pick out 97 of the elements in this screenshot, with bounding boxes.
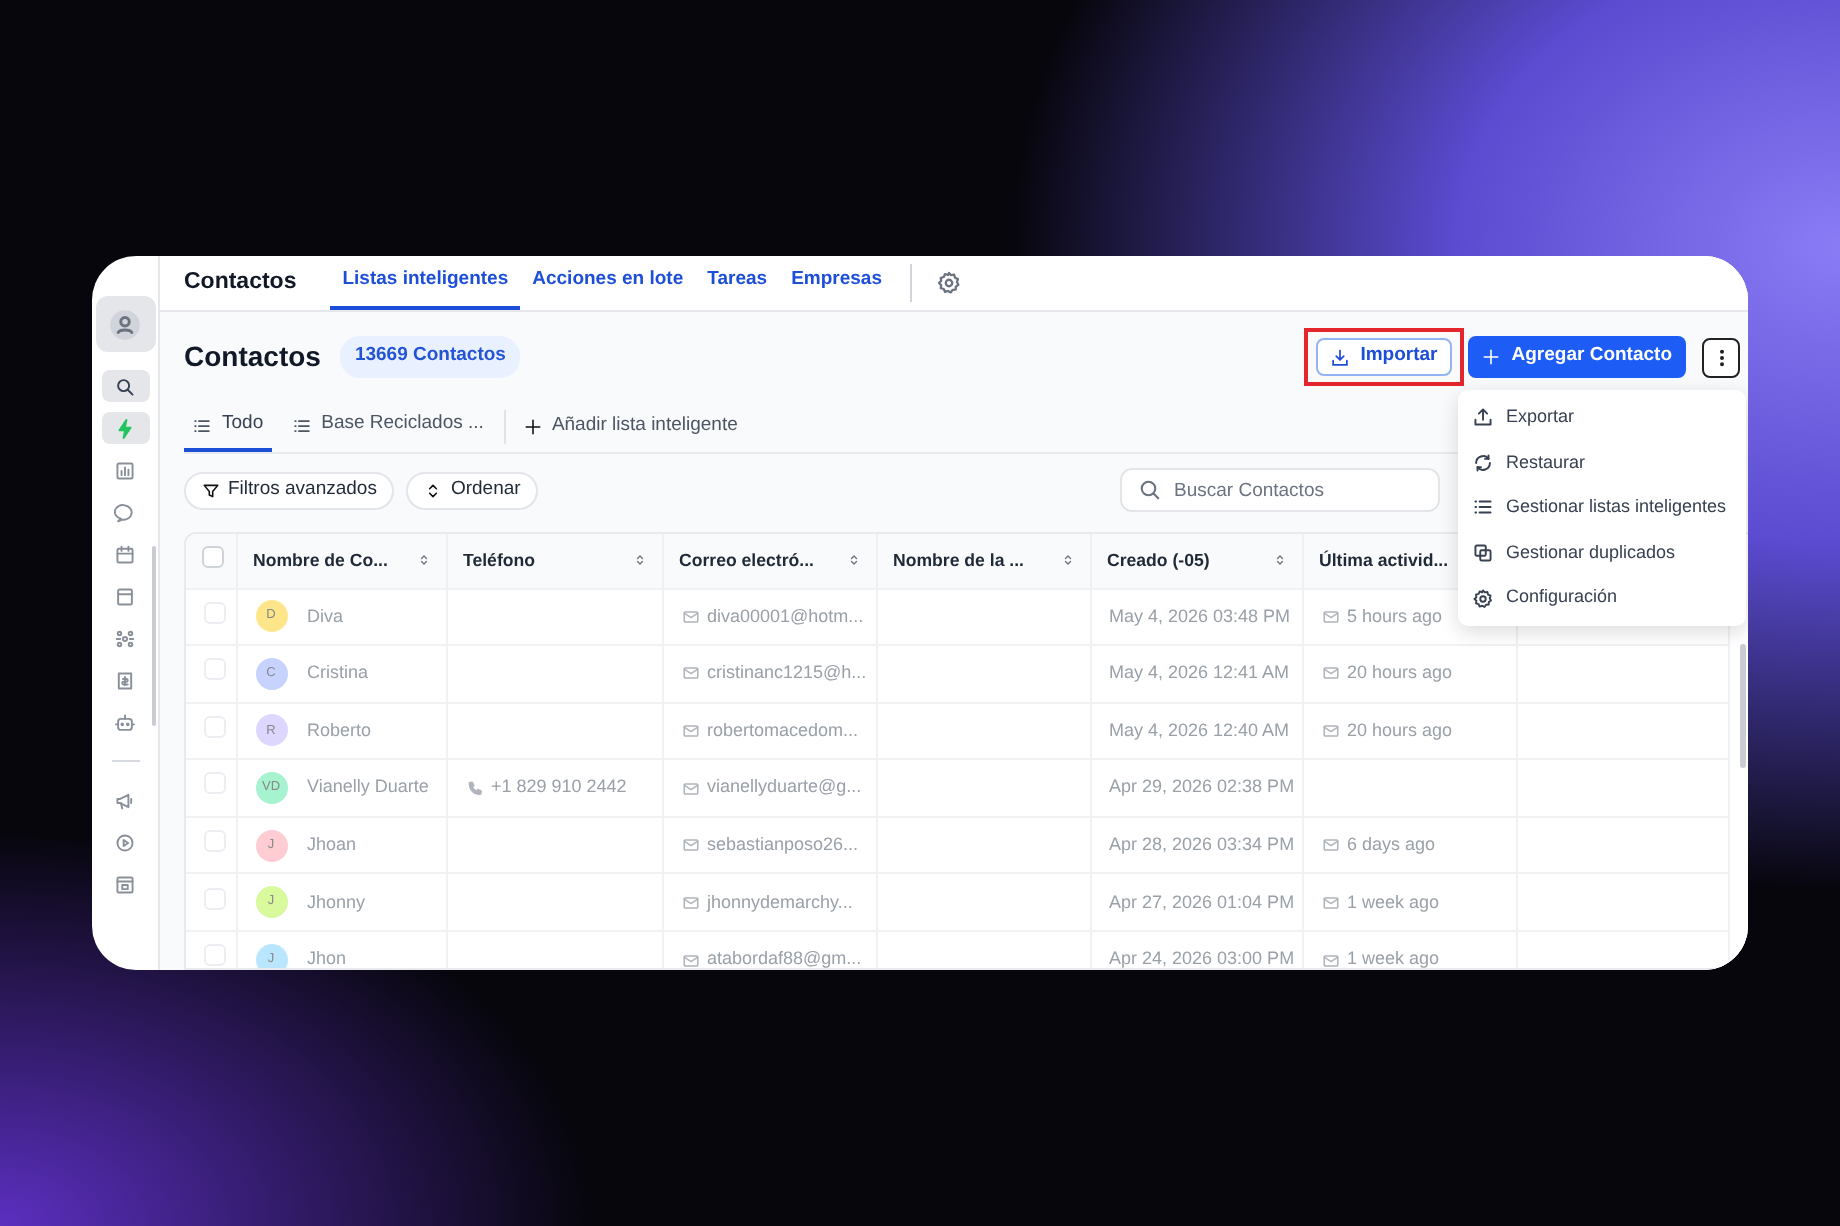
email-address: jhonnydemarchy... bbox=[707, 889, 853, 916]
mail-icon bbox=[1321, 951, 1339, 968]
import-button[interactable]: Importar bbox=[1316, 338, 1452, 376]
mail-icon bbox=[681, 607, 699, 626]
lightning-icon bbox=[114, 417, 136, 439]
created-date: Apr 27, 2026 01:04 PM bbox=[1109, 891, 1295, 912]
email-address: sebastianposo26... bbox=[707, 831, 859, 858]
email-address: cristinanc1215@h... bbox=[707, 660, 867, 687]
page-title: Contactos bbox=[184, 267, 297, 298]
last-activity: 5 hours ago bbox=[1347, 603, 1443, 630]
email-address: atabordaf88@gm... bbox=[707, 946, 862, 968]
invoice-icon bbox=[114, 669, 136, 691]
plus-icon bbox=[523, 418, 542, 436]
created-date: Apr 24, 2026 03:00 PM bbox=[1109, 948, 1295, 968]
email-address: robertomacedom... bbox=[707, 717, 859, 744]
select-all-checkbox[interactable] bbox=[202, 545, 224, 568]
mail-icon bbox=[681, 779, 699, 798]
nav-tab[interactable]: Empresas bbox=[779, 256, 894, 310]
email-address: vianellyduarte@g... bbox=[707, 774, 862, 801]
download-icon bbox=[1330, 347, 1351, 367]
list-icon bbox=[291, 415, 312, 435]
duplicate-icon bbox=[1472, 542, 1494, 565]
mail-icon bbox=[681, 951, 699, 968]
contact-name: Vianelly Duarte bbox=[307, 774, 429, 801]
nav-tab[interactable]: Acciones en lote bbox=[520, 256, 696, 310]
last-activity: 20 hours ago bbox=[1347, 717, 1453, 744]
more-button[interactable] bbox=[1702, 337, 1740, 377]
created-date: May 4, 2026 12:41 AM bbox=[1109, 662, 1290, 683]
email-address: diva00001@hotm... bbox=[707, 603, 864, 630]
mail-icon bbox=[1321, 664, 1339, 683]
menu-item[interactable]: Exportar bbox=[1458, 395, 1746, 441]
contact-name: Diva bbox=[307, 603, 344, 630]
sidebar-item[interactable] bbox=[95, 296, 155, 352]
notebook-icon bbox=[114, 585, 136, 607]
created-date: Apr 28, 2026 03:34 PM bbox=[1109, 833, 1295, 854]
last-activity: 20 hours ago bbox=[1347, 660, 1453, 687]
play-icon bbox=[114, 831, 136, 853]
mail-icon bbox=[681, 664, 699, 683]
filter-button[interactable]: Filtros avanzados bbox=[184, 471, 395, 509]
created-date: May 4, 2026 03:48 PM bbox=[1109, 605, 1291, 626]
search-field[interactable]: Buscar Contactos bbox=[1174, 472, 1422, 508]
mail-icon bbox=[1321, 607, 1339, 626]
nav-tab[interactable]: Listas inteligentes bbox=[330, 256, 521, 310]
menu-item[interactable]: Gestionar listas inteligentes bbox=[1458, 485, 1746, 531]
list-icon bbox=[192, 415, 212, 435]
phone-icon bbox=[465, 779, 483, 798]
export-icon bbox=[1472, 406, 1494, 429]
mail-icon bbox=[1321, 836, 1339, 855]
sort-icon bbox=[424, 481, 443, 499]
menu-item[interactable]: Restaurar bbox=[1458, 440, 1746, 486]
created-date: Apr 29, 2026 02:38 PM bbox=[1109, 776, 1295, 797]
contact-name: Roberto bbox=[307, 717, 372, 744]
contact-name: Jhoan bbox=[307, 831, 357, 858]
contact-name: Cristina bbox=[307, 660, 369, 687]
sort-button[interactable]: Ordenar bbox=[406, 471, 539, 509]
chat-icon bbox=[114, 501, 136, 523]
mail-icon bbox=[681, 836, 699, 855]
mail-icon bbox=[1321, 721, 1339, 740]
menu-item[interactable]: Configuración bbox=[1458, 575, 1746, 621]
person-icon bbox=[108, 307, 142, 341]
contact-name: Jhon bbox=[307, 946, 347, 968]
nodes-icon bbox=[114, 627, 136, 649]
filter-icon bbox=[202, 481, 220, 499]
contact-name: Jhonny bbox=[307, 889, 366, 916]
mail-icon bbox=[681, 721, 699, 740]
nav-tab[interactable]: Tareas bbox=[695, 256, 780, 310]
phone-number: +1 829 910 2442 bbox=[491, 774, 627, 801]
last-activity: 1 week ago bbox=[1347, 946, 1440, 968]
search-box[interactable]: Buscar Contactos bbox=[1120, 468, 1440, 512]
list-tab[interactable]: Base Reciclados ... bbox=[283, 402, 492, 452]
scrollbar[interactable] bbox=[1739, 644, 1746, 768]
list-icon bbox=[1472, 496, 1494, 519]
count-badge: 13669 Contactos bbox=[340, 336, 520, 378]
refresh-icon bbox=[1472, 451, 1494, 474]
add-contact-button[interactable]: Agregar Contacto bbox=[1467, 336, 1686, 378]
search-icon bbox=[114, 375, 136, 397]
mail-icon bbox=[1321, 893, 1339, 912]
mail-icon bbox=[681, 893, 699, 912]
window-icon bbox=[114, 873, 136, 895]
settings-icon[interactable] bbox=[935, 270, 962, 296]
section-title: Contactos bbox=[184, 338, 321, 376]
row-checkbox[interactable] bbox=[204, 944, 226, 967]
megaphone-icon bbox=[114, 789, 136, 811]
plus-icon bbox=[1481, 348, 1500, 366]
robot-icon bbox=[114, 711, 136, 733]
search-icon bbox=[1138, 478, 1162, 502]
chart-icon bbox=[114, 459, 136, 481]
calendar-icon bbox=[114, 543, 136, 565]
add-list-button[interactable]: Añadir lista inteligente bbox=[515, 402, 746, 452]
last-activity: 1 week ago bbox=[1347, 889, 1440, 916]
sidebar-item[interactable] bbox=[101, 370, 149, 402]
list-tab[interactable]: Todo bbox=[184, 402, 272, 452]
created-date: May 4, 2026 12:40 AM bbox=[1109, 719, 1290, 740]
menu-item[interactable]: Gestionar duplicados bbox=[1458, 530, 1746, 576]
column-header[interactable]: Teléfono bbox=[463, 547, 535, 574]
last-activity: 6 days ago bbox=[1347, 831, 1436, 858]
settings-icon bbox=[1472, 587, 1494, 610]
